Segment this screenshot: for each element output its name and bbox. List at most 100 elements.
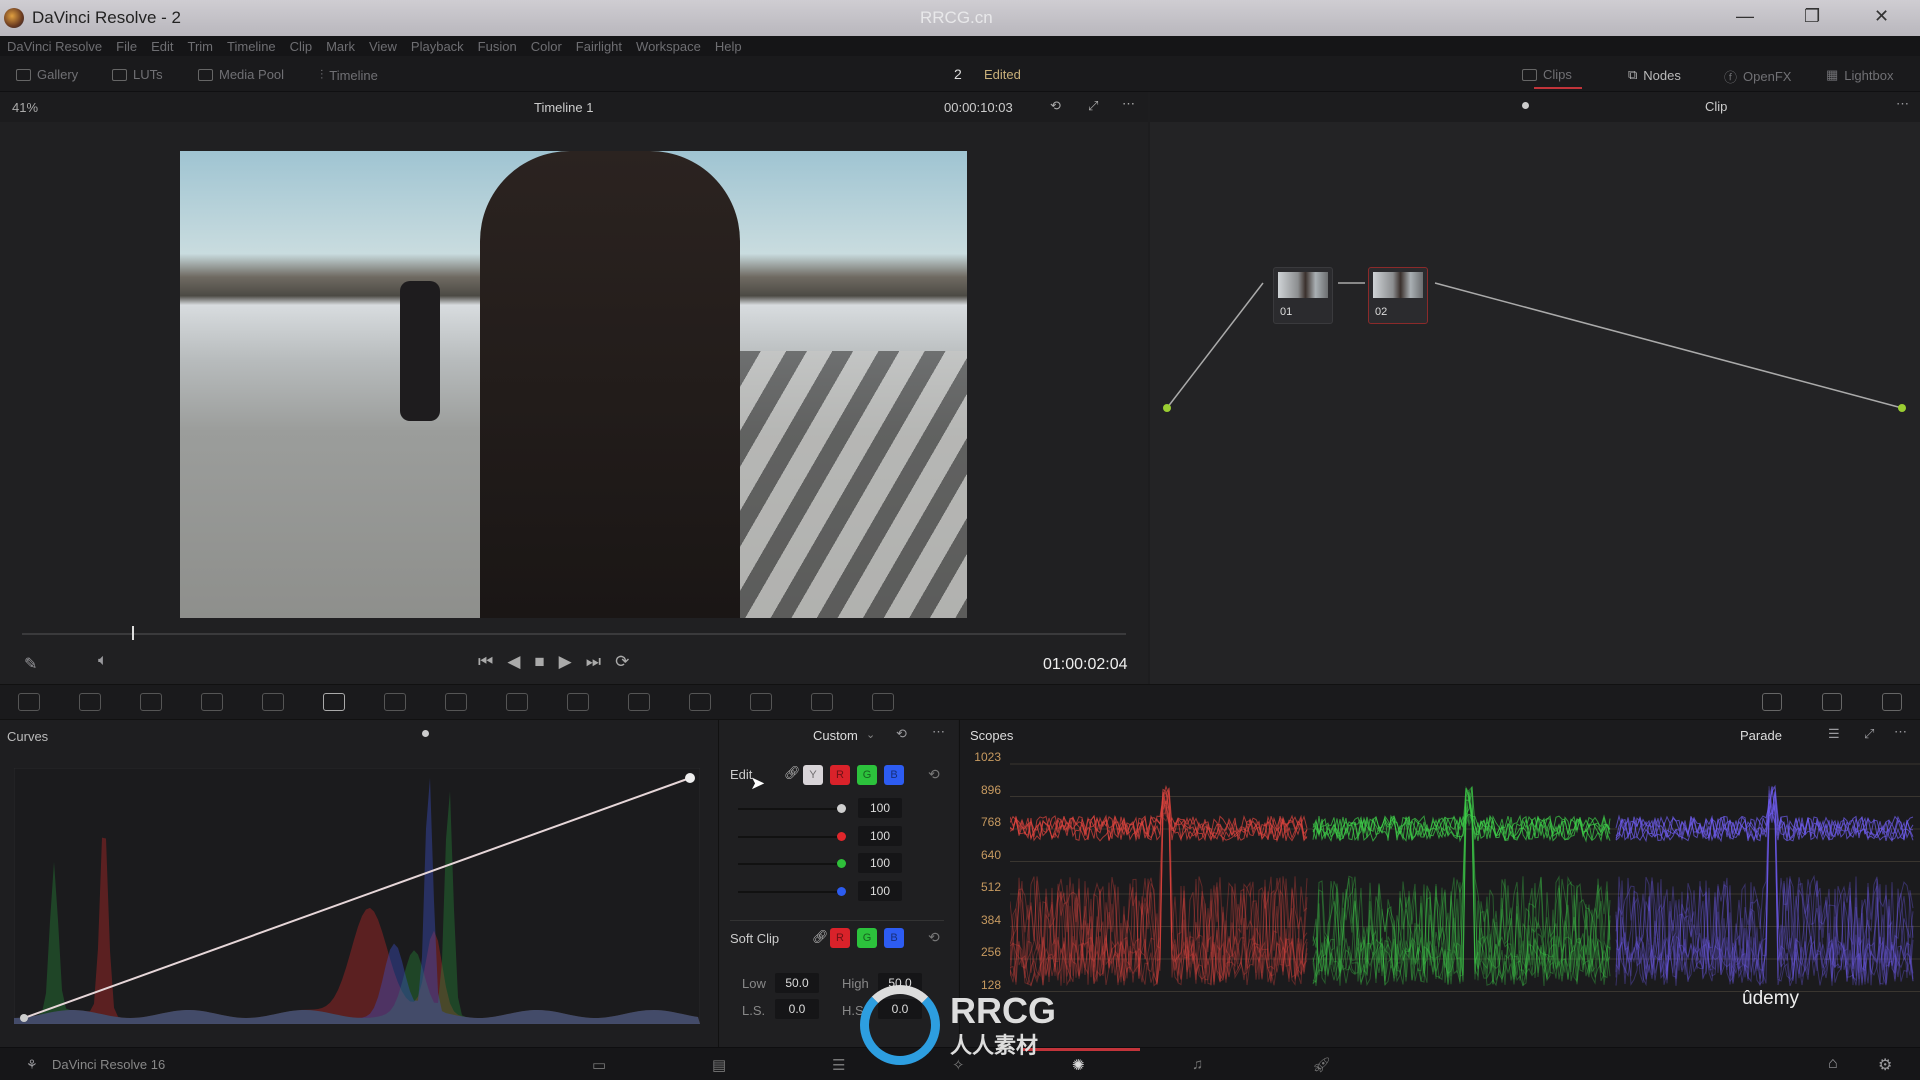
menu-trim[interactable]: Trim [188, 39, 214, 54]
gallery-button[interactable]: Gallery [16, 67, 78, 82]
window-icon[interactable] [506, 693, 528, 711]
edit-value-input[interactable]: 100 [858, 825, 902, 846]
output-dot[interactable] [1898, 404, 1906, 412]
slider-knob[interactable] [837, 859, 846, 868]
node-options-icon[interactable]: ⋯ [1896, 96, 1909, 112]
home-icon[interactable]: ⌂ [1828, 1055, 1838, 1073]
scope-mode-dropdown[interactable]: Parade [1740, 728, 1782, 743]
minimize-button[interactable]: — [1736, 6, 1754, 27]
menu-timeline[interactable]: Timeline [227, 39, 276, 54]
loop-icon[interactable]: ⟲ [1050, 98, 1061, 114]
loop-playback-icon[interactable]: ⟳ [615, 652, 629, 672]
sizing-icon[interactable] [811, 693, 833, 711]
soft-clip-link-icon[interactable]: 🔗︎ [812, 929, 829, 945]
link-icon[interactable]: 🔗︎ [784, 765, 801, 781]
maximize-button[interactable]: ❐ [1804, 6, 1820, 27]
menu-clip[interactable]: Clip [290, 39, 312, 54]
eyedropper-icon[interactable]: ✎ [24, 654, 37, 674]
qualifier-icon[interactable] [445, 693, 467, 711]
keyframes-icon[interactable] [1762, 693, 1782, 711]
scope-settings-icon[interactable]: ☰ [1828, 726, 1840, 742]
menu-mark[interactable]: Mark [326, 39, 355, 54]
clips-button[interactable]: Clips [1522, 67, 1582, 89]
menu-fairlight[interactable]: Fairlight [576, 39, 622, 54]
edit-slider[interactable] [738, 831, 846, 841]
page-edit-icon[interactable]: ☰ [832, 1056, 845, 1074]
curves-icon[interactable] [323, 693, 345, 711]
settings-icon[interactable]: ⚙ [1878, 1055, 1892, 1075]
node-mode-dropdown[interactable]: Clip [1705, 99, 1727, 114]
scopes-icon[interactable] [1822, 693, 1842, 711]
menu-file[interactable]: File [116, 39, 137, 54]
zoom-dropdown[interactable]: 41% [12, 100, 38, 115]
info-icon[interactable] [1882, 693, 1902, 711]
curve-graph[interactable] [14, 768, 700, 1024]
rgb-mixer-icon[interactable] [201, 693, 223, 711]
reverse-play-icon[interactable]: ◀︎ [507, 652, 520, 672]
menu-fusion[interactable]: Fusion [478, 39, 517, 54]
go-to-start-icon[interactable]: ⏮︎ [478, 652, 493, 672]
curve-point-white[interactable] [685, 773, 695, 783]
soft-clip-channel-r[interactable]: R [830, 928, 850, 948]
scrubber-track[interactable] [22, 633, 1126, 635]
slider-knob[interactable] [837, 886, 846, 896]
edit-channel-y[interactable]: Y [803, 765, 823, 785]
edit-value-input[interactable]: 100 [858, 798, 902, 818]
play-icon[interactable]: ▶︎ [559, 652, 572, 672]
edit-reset-icon[interactable]: ⟲ [928, 766, 940, 783]
menu-help[interactable]: Help [715, 39, 742, 54]
more-icon[interactable]: ⋯ [932, 724, 945, 740]
menu-playback[interactable]: Playback [411, 39, 464, 54]
3d-icon[interactable] [872, 693, 894, 711]
scope-expand-icon[interactable]: ⤢ [1864, 726, 1874, 742]
page-fairlight-icon[interactable]: ♫ [1192, 1056, 1203, 1073]
curve-point-black[interactable] [20, 1014, 28, 1022]
page-color-icon[interactable]: ✺ [1072, 1056, 1085, 1074]
soft-clip-channel-g[interactable]: G [857, 928, 877, 948]
luts-button[interactable]: LUTs [112, 67, 163, 82]
edit-channel-r[interactable]: R [830, 765, 850, 785]
edit-value-input[interactable]: 100 [858, 880, 902, 901]
low-input[interactable]: 50.0 [775, 973, 819, 993]
fullscreen-icon[interactable]: ⤢ [1088, 98, 1098, 114]
media-pool-button[interactable]: Media Pool [198, 67, 284, 82]
lightbox-button[interactable]: ▦ Lightbox [1826, 67, 1893, 83]
ls-input[interactable]: 0.0 [775, 999, 819, 1019]
color-wheels-icon[interactable] [140, 693, 162, 711]
color-match-icon[interactable] [79, 693, 101, 711]
nodes-button[interactable]: ⧉ Nodes [1628, 67, 1681, 83]
edit-slider[interactable] [738, 859, 846, 868]
motion-effects-icon[interactable] [262, 693, 284, 711]
page-media-icon[interactable]: ▭ [592, 1056, 606, 1074]
more-options-icon[interactable]: ⋯ [1122, 96, 1135, 112]
openfx-button[interactable]: ⓕ OpenFX [1724, 67, 1791, 86]
node-01[interactable]: 01 [1273, 267, 1333, 324]
soft-clip-channel-b[interactable]: B [884, 928, 904, 948]
edit-value-input[interactable]: 100 [858, 853, 902, 873]
page-deliver-icon[interactable]: 🚀︎ [1312, 1056, 1331, 1074]
menu-davinci-resolve[interactable]: DaVinci Resolve [7, 39, 102, 54]
menu-workspace[interactable]: Workspace [636, 39, 701, 54]
curves-mode-dropdown[interactable]: Custom [813, 728, 858, 743]
slider-knob[interactable] [837, 804, 846, 813]
menu-view[interactable]: View [369, 39, 397, 54]
edit-channel-g[interactable]: G [857, 765, 877, 785]
stop-icon[interactable]: ■ [534, 652, 544, 672]
playhead[interactable] [132, 626, 135, 640]
timeline-dropdown[interactable]: Timeline 1 [534, 100, 593, 115]
close-button[interactable]: ✕ [1874, 6, 1889, 27]
soft-clip-reset-icon[interactable]: ⟲ [928, 929, 940, 946]
tracker-icon[interactable] [567, 693, 589, 711]
edit-channel-b[interactable]: B [884, 765, 904, 785]
node-02[interactable]: 02 [1368, 267, 1428, 324]
edit-slider[interactable] [738, 804, 846, 813]
slider-knob[interactable] [837, 831, 846, 841]
menu-edit[interactable]: Edit [151, 39, 173, 54]
magic-mask-icon[interactable] [628, 693, 650, 711]
page-cut-icon[interactable]: ▤ [712, 1056, 726, 1074]
timeline-button[interactable]: ⫶ Timeline [320, 67, 378, 83]
reset-icon[interactable]: ⟲ [896, 726, 907, 742]
source-input-dot[interactable] [1163, 404, 1171, 412]
chevron-down-icon[interactable]: ⌄ [866, 728, 875, 741]
go-to-end-icon[interactable]: ⏭︎ [586, 652, 601, 672]
